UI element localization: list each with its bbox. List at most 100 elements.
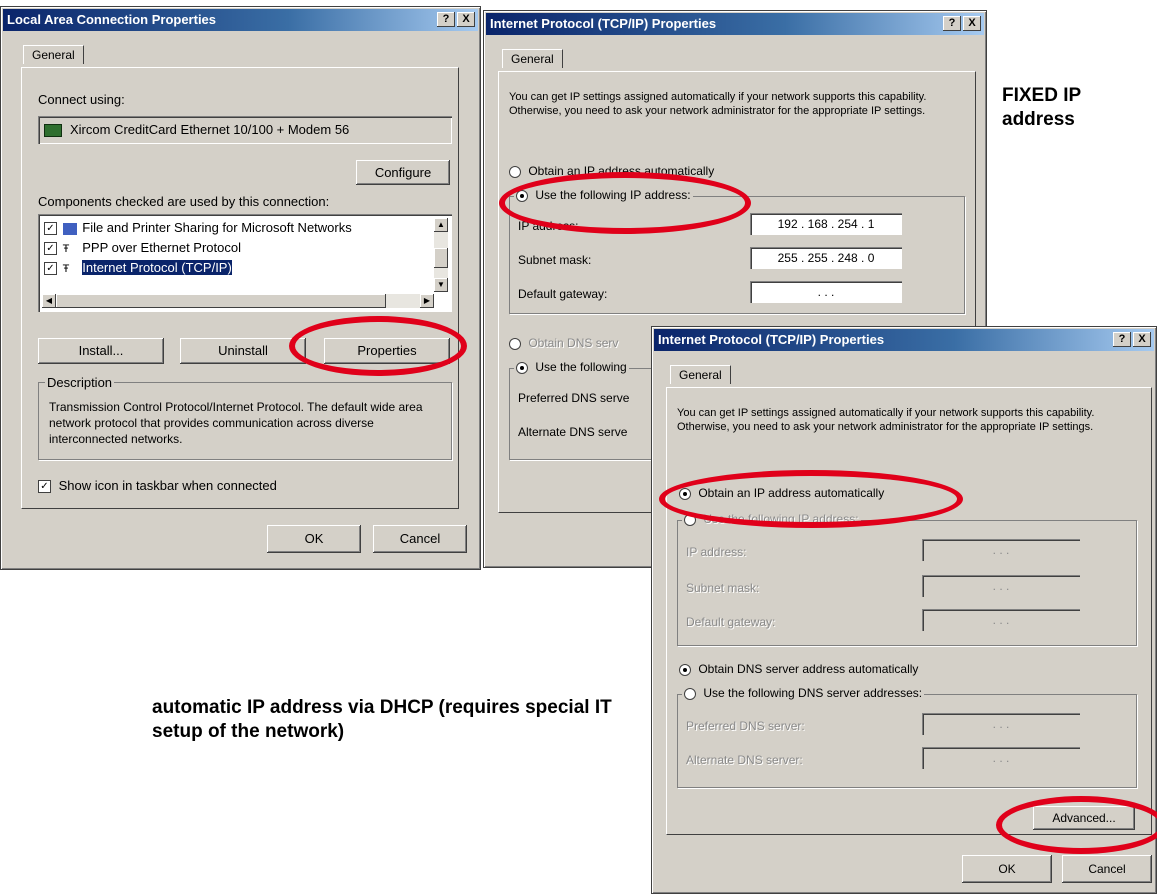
- obtain-dns-option[interactable]: Obtain DNS serv: [509, 336, 618, 350]
- component-label: File and Printer Sharing for Microsoft N…: [82, 220, 352, 235]
- subnet-mask-field[interactable]: 255 . 255 . 248 . 0: [750, 247, 902, 269]
- vertical-scrollbar[interactable]: ▲ ▼: [434, 218, 448, 292]
- use-dns-option[interactable]: Use the following: [514, 360, 629, 374]
- use-dns-label: Use the following DNS server addresses:: [703, 686, 923, 700]
- scroll-thumb[interactable]: [434, 248, 448, 268]
- use-dns-option[interactable]: Use the following DNS server addresses:: [682, 686, 925, 700]
- ip-address-field[interactable]: . . .: [922, 539, 1080, 561]
- obtain-dns-option[interactable]: Obtain DNS server address automatically: [679, 662, 918, 676]
- radio-off-icon[interactable]: [509, 337, 521, 350]
- adapter-field: Xircom CreditCard Ethernet 10/100 + Mode…: [38, 116, 452, 144]
- scroll-right-icon[interactable]: ▶: [420, 294, 434, 308]
- use-ip-label: Use the following IP address:: [703, 512, 859, 526]
- lac-tab-general[interactable]: General: [23, 45, 84, 64]
- uninstall-button[interactable]: Uninstall: [180, 338, 306, 364]
- use-dns-label: Use the following: [535, 360, 627, 374]
- radio-off-icon[interactable]: [684, 513, 696, 526]
- tcpip-fixed-tab-general[interactable]: General: [502, 49, 563, 68]
- close-icon[interactable]: X: [963, 16, 981, 31]
- subnet-mask-field[interactable]: . . .: [922, 575, 1080, 597]
- radio-on-icon[interactable]: [516, 361, 528, 374]
- help-icon[interactable]: ?: [943, 16, 961, 31]
- description-label: Description: [45, 375, 115, 390]
- show-icon-option[interactable]: ✓ Show icon in taskbar when connected: [38, 478, 277, 494]
- checkbox-checked-icon[interactable]: ✓: [44, 242, 57, 256]
- cancel-button[interactable]: Cancel: [373, 525, 467, 553]
- components-list: ✓ File and Printer Sharing for Microsoft…: [38, 214, 452, 312]
- list-item[interactable]: ✓ Ŧ PPP over Ethernet Protocol: [44, 240, 241, 256]
- tcpip-auto-titlebar[interactable]: Internet Protocol (TCP/IP) Properties ? …: [654, 329, 1154, 351]
- obtain-ip-label: Obtain an IP address automatically: [698, 486, 885, 500]
- close-icon[interactable]: X: [1133, 332, 1151, 347]
- scroll-up-icon[interactable]: ▲: [434, 218, 448, 232]
- intro-text: You can get IP settings assigned automat…: [677, 407, 1095, 433]
- advanced-button[interactable]: Advanced...: [1033, 806, 1135, 830]
- use-ip-option[interactable]: Use the following IP address:: [514, 188, 693, 202]
- description-text: Transmission Control Protocol/Internet P…: [49, 400, 423, 446]
- component-label: PPP over Ethernet Protocol: [82, 240, 241, 255]
- protocol-icon: Ŧ: [62, 242, 70, 255]
- tcpip-auto-tab-general[interactable]: General: [670, 365, 731, 384]
- list-item[interactable]: ✓ File and Printer Sharing for Microsoft…: [44, 220, 352, 236]
- list-item[interactable]: ✓ Ŧ Internet Protocol (TCP/IP): [44, 260, 232, 276]
- checkbox-checked-icon[interactable]: ✓: [44, 222, 57, 236]
- scroll-left-icon[interactable]: ◀: [42, 294, 56, 308]
- radio-off-icon[interactable]: [684, 687, 696, 700]
- radio-on-icon[interactable]: [679, 663, 691, 676]
- tcpip-fixed-titlebar[interactable]: Internet Protocol (TCP/IP) Properties ? …: [486, 13, 984, 35]
- lac-panel: Connect using: Xircom CreditCard Etherne…: [21, 67, 459, 509]
- component-label-selected: Internet Protocol (TCP/IP): [82, 260, 232, 275]
- fixed-ip-group: Use the following IP address: IP address…: [509, 188, 965, 314]
- radio-off-icon[interactable]: [509, 165, 521, 178]
- scroll-thumb[interactable]: [56, 294, 386, 308]
- tcpip-auto-dialog: Internet Protocol (TCP/IP) Properties ? …: [651, 326, 1157, 894]
- install-button[interactable]: Install...: [38, 338, 164, 364]
- intro-text: You can get IP settings assigned automat…: [509, 91, 927, 117]
- gateway-field[interactable]: . . .: [750, 281, 902, 303]
- preferred-dns-field[interactable]: . . .: [922, 713, 1080, 735]
- gateway-label: Default gateway:: [686, 615, 776, 629]
- lac-title: Local Area Connection Properties: [7, 12, 217, 27]
- gateway-label: Default gateway:: [518, 287, 608, 301]
- adapter-name: Xircom CreditCard Ethernet 10/100 + Mode…: [70, 122, 350, 137]
- scroll-down-icon[interactable]: ▼: [434, 278, 448, 292]
- ok-button[interactable]: OK: [267, 525, 361, 553]
- obtain-dns-label: Obtain DNS server address automatically: [698, 662, 919, 676]
- alternate-dns-label: Alternate DNS serve: [518, 425, 628, 439]
- properties-button[interactable]: Properties: [324, 338, 450, 364]
- obtain-dns-label: Obtain DNS serv: [528, 336, 619, 350]
- use-ip-label: Use the following IP address:: [535, 188, 691, 202]
- description-group: Description Transmission Control Protoco…: [38, 375, 452, 460]
- lac-titlebar[interactable]: Local Area Connection Properties ? X: [3, 9, 478, 31]
- connect-using-label: Connect using:: [38, 92, 125, 107]
- use-ip-option[interactable]: Use the following IP address:: [682, 512, 861, 526]
- preferred-dns-label: Preferred DNS serve: [518, 391, 630, 405]
- obtain-ip-label: Obtain an IP address automatically: [528, 164, 715, 178]
- obtain-ip-option[interactable]: Obtain an IP address automatically: [679, 486, 884, 500]
- share-icon: [62, 222, 77, 235]
- fixed-ip-caption: FIXED IP address: [1002, 85, 1081, 130]
- radio-on-icon[interactable]: [679, 487, 691, 500]
- ok-button[interactable]: OK: [962, 855, 1052, 883]
- cancel-button[interactable]: Cancel: [1062, 855, 1152, 883]
- help-icon[interactable]: ?: [1113, 332, 1131, 347]
- protocol-icon: Ŧ: [62, 262, 70, 275]
- subnet-label: Subnet mask:: [518, 253, 592, 267]
- ip-label: IP address:: [518, 219, 579, 233]
- automatic-ip-caption: automatic IP address via DHCP (requires …: [152, 697, 612, 742]
- gateway-field[interactable]: . . .: [922, 609, 1080, 631]
- subnet-label: Subnet mask:: [686, 581, 760, 595]
- obtain-ip-option[interactable]: Obtain an IP address automatically: [509, 164, 714, 178]
- tcpip-auto-panel: You can get IP settings assigned automat…: [666, 387, 1152, 835]
- close-icon[interactable]: X: [457, 12, 475, 27]
- checkbox-checked-icon[interactable]: ✓: [38, 480, 51, 494]
- ip-address-field[interactable]: 192 . 168 . 254 . 1: [750, 213, 902, 235]
- radio-on-icon[interactable]: [516, 189, 528, 202]
- alternate-dns-field[interactable]: . . .: [922, 747, 1080, 769]
- checkbox-checked-icon[interactable]: ✓: [44, 262, 57, 276]
- preferred-dns-label: Preferred DNS server:: [686, 719, 805, 733]
- tcpip-auto-title: Internet Protocol (TCP/IP) Properties: [658, 332, 885, 347]
- horizontal-scrollbar[interactable]: ◀ ▶: [42, 294, 434, 308]
- help-icon[interactable]: ?: [437, 12, 455, 27]
- configure-button[interactable]: Configure: [356, 160, 450, 185]
